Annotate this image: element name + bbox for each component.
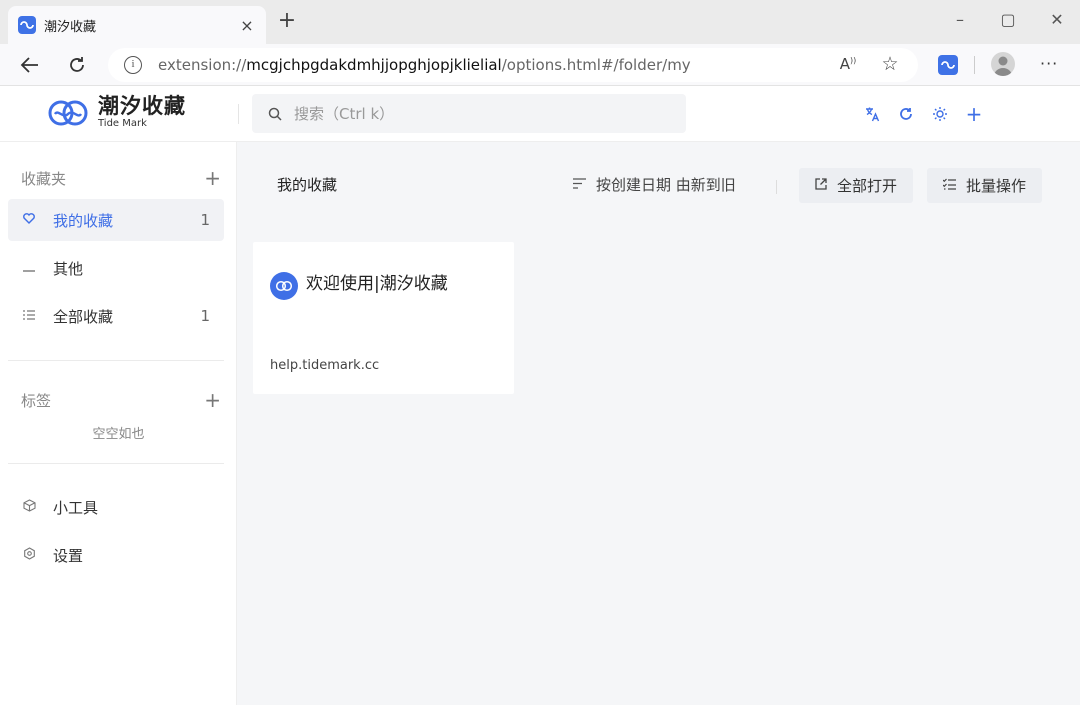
page-title: 我的收藏 — [277, 176, 338, 194]
favorite-star-icon[interactable]: ☆ — [880, 53, 900, 75]
minimize-button[interactable]: – — [948, 10, 972, 29]
sort-label: 按创建日期 由新到旧 — [596, 176, 736, 194]
sidebar-item-other[interactable]: 其他 — [8, 247, 224, 289]
cube-icon — [21, 498, 37, 516]
sidebar-item-tools[interactable]: 小工具 — [8, 486, 224, 528]
card-title: 欢迎使用|潮汐收藏 — [306, 273, 448, 294]
sidebar-item-my-favorites[interactable]: 我的收藏 1 — [8, 199, 224, 241]
header-divider — [238, 104, 239, 124]
toolbar-separator — [974, 56, 975, 74]
profile-avatar[interactable] — [991, 52, 1015, 76]
sidebar-divider — [8, 463, 224, 464]
search-box[interactable] — [252, 94, 686, 133]
tags-title: 标签 — [21, 391, 52, 410]
sidebar-item-label: 设置 — [53, 546, 84, 565]
browser-menu-button[interactable]: ··· — [1040, 54, 1058, 73]
reload-button[interactable] — [64, 52, 90, 78]
url-text: extension://mcgjchpgdakdmhjjopghjopjklie… — [158, 56, 691, 74]
tab-favicon-icon — [18, 16, 36, 34]
site-info-icon[interactable]: i — [124, 56, 142, 74]
reload-icon — [70, 57, 84, 72]
sort-icon — [573, 177, 586, 193]
app-logo: 潮汐收藏 Tide Mark — [46, 96, 186, 129]
browser-toolbar: i extension://mcgjchpgdakdmhjjopghjopjkl… — [0, 44, 1080, 86]
sidebar-item-label: 我的收藏 — [53, 211, 114, 230]
read-aloud-icon[interactable]: A)) — [838, 55, 858, 75]
sidebar-divider — [8, 360, 224, 361]
main-content: 我的收藏 按创建日期 由新到旧 全部打开 批量操作 欢迎使用|潮汐收藏 help… — [237, 142, 1080, 705]
sidebar-item-count: 1 — [200, 307, 210, 325]
search-icon — [268, 107, 282, 121]
tidemark-logo-icon — [48, 100, 88, 125]
dash-icon — [21, 261, 37, 276]
sidebar-item-count: 1 — [200, 211, 210, 229]
back-button[interactable] — [17, 52, 43, 78]
add-icon[interactable]: + — [964, 102, 984, 126]
translate-icon[interactable] — [862, 104, 882, 124]
close-window-button[interactable]: ✕ — [1045, 10, 1069, 29]
external-link-icon — [815, 177, 827, 194]
new-tab-button[interactable]: + — [276, 10, 298, 32]
toolbar-separator — [776, 180, 777, 194]
tags-section-header: 标签 + — [21, 390, 221, 410]
card-url[interactable]: help.tidemark.cc — [270, 358, 379, 373]
folders-section-header: 收藏夹 + — [21, 168, 221, 188]
heart-icon — [21, 212, 37, 228]
sync-icon[interactable] — [896, 104, 916, 124]
list-icon — [21, 309, 37, 324]
sort-button[interactable]: 按创建日期 由新到旧 — [573, 174, 736, 195]
maximize-button[interactable]: ▢ — [996, 10, 1020, 29]
batch-operation-button[interactable]: 批量操作 — [927, 168, 1043, 203]
batch-label: 批量操作 — [966, 177, 1027, 195]
app-header: 潮汐收藏 Tide Mark + — [0, 86, 1080, 142]
settings-icon — [21, 546, 37, 564]
browser-tab-bar: 潮汐收藏 × + – ▢ ✕ — [0, 0, 1080, 44]
search-input[interactable] — [294, 104, 674, 123]
address-bar[interactable]: i extension://mcgjchpgdakdmhjjopghjopjkl… — [108, 48, 918, 82]
card-favicon-icon — [270, 272, 298, 300]
sidebar-item-settings[interactable]: 设置 — [8, 534, 224, 576]
tags-empty-text: 空空如也 — [92, 427, 145, 442]
add-tag-button[interactable]: + — [204, 390, 221, 410]
back-arrow-icon — [20, 57, 38, 73]
checklist-icon — [942, 178, 956, 194]
logo-subtitle: Tide Mark — [98, 118, 147, 129]
sidebar-item-label: 其他 — [53, 259, 84, 278]
theme-icon[interactable] — [930, 104, 950, 124]
user-icon — [994, 56, 1012, 76]
sidebar-item-label: 全部收藏 — [53, 307, 114, 326]
bookmark-card[interactable]: 欢迎使用|潮汐收藏 help.tidemark.cc — [253, 242, 514, 394]
sidebar-item-label: 小工具 — [53, 498, 99, 517]
sidebar: 收藏夹 + 我的收藏 1 其他 全部收藏 1 标签 + 空空如也 小工具 设置 — [0, 142, 237, 705]
tab-close-icon[interactable]: × — [238, 16, 256, 35]
tab-title: 潮汐收藏 — [44, 19, 97, 35]
logo-title: 潮汐收藏 — [98, 94, 186, 118]
browser-tab[interactable]: 潮汐收藏 × — [8, 6, 266, 44]
folders-title: 收藏夹 — [21, 169, 67, 188]
extension-icon[interactable] — [938, 55, 958, 75]
sidebar-item-all-favorites[interactable]: 全部收藏 1 — [8, 295, 224, 337]
add-folder-button[interactable]: + — [204, 168, 221, 188]
open-all-label: 全部打开 — [837, 177, 898, 195]
open-all-button[interactable]: 全部打开 — [799, 168, 914, 203]
